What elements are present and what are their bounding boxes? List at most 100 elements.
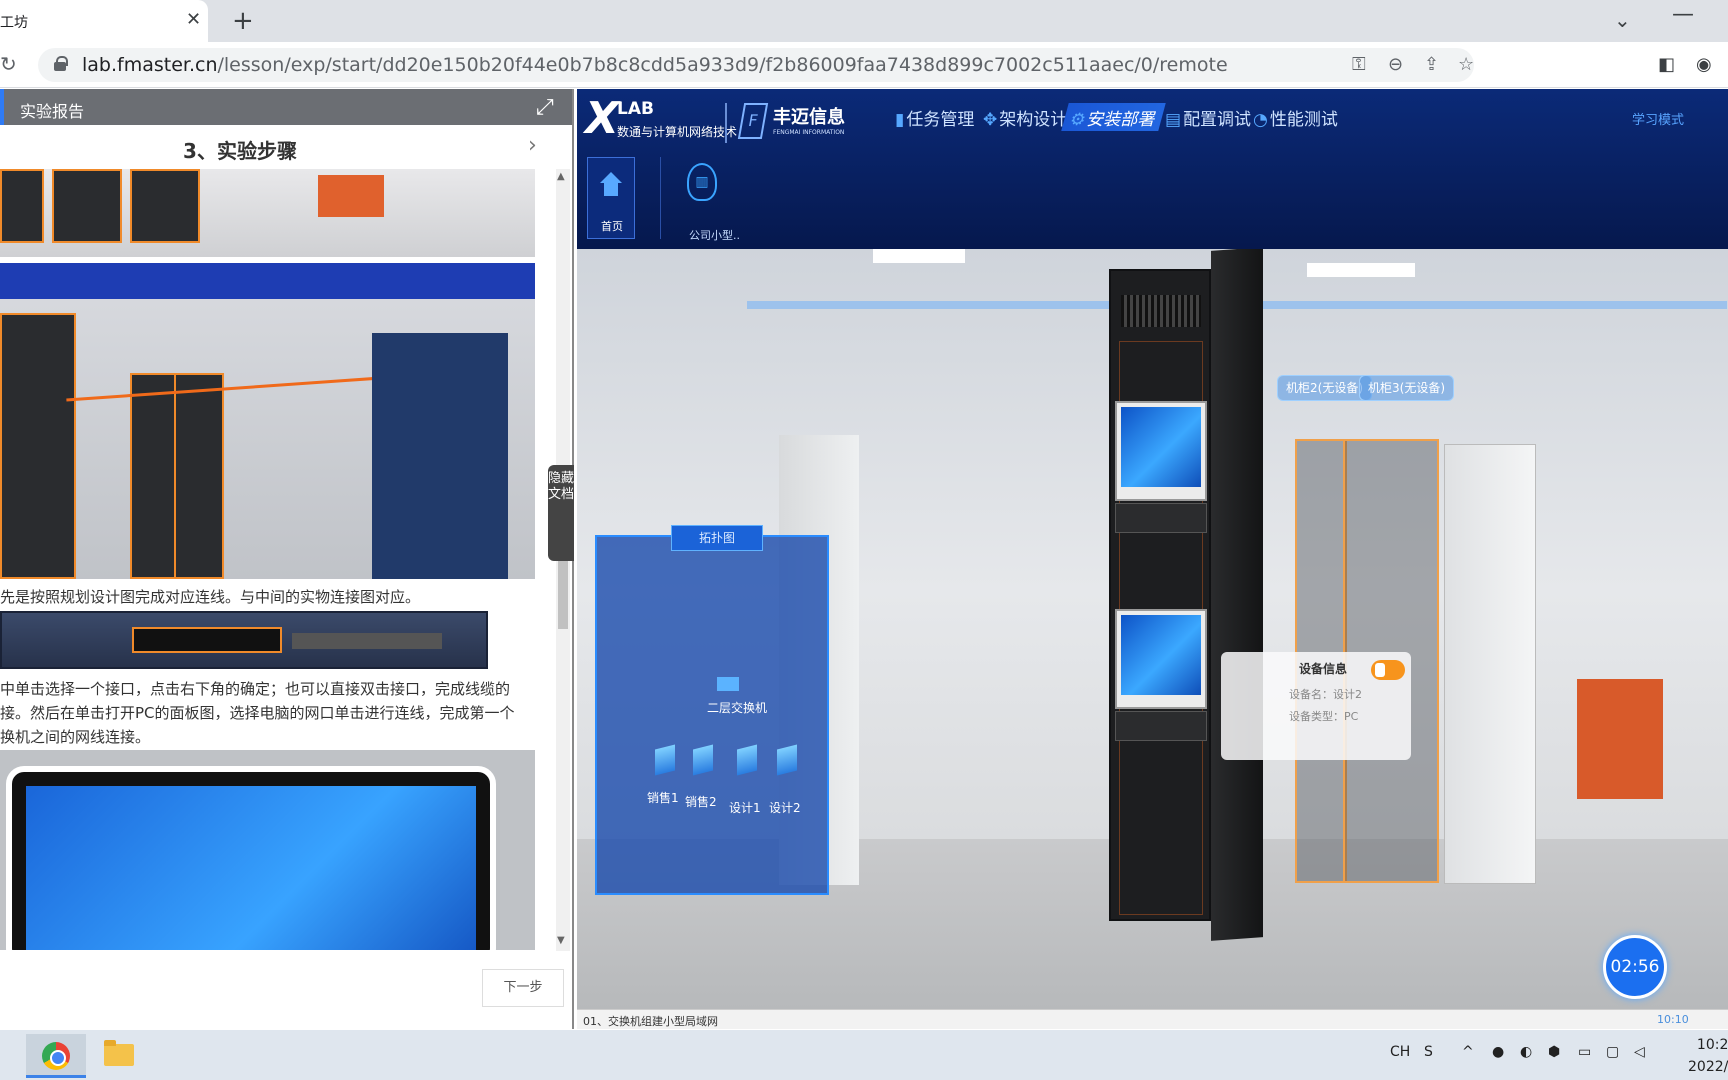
scroll-up-icon[interactable]: ▲ (557, 171, 565, 182)
architecture-icon: ✥ (983, 110, 998, 130)
task-icon: ▮ (895, 110, 905, 130)
topology-pc-node[interactable] (693, 744, 713, 776)
bookmark-star-icon[interactable]: ☆ (1458, 54, 1474, 75)
cabinet-2-tag[interactable]: 机柜2(无设备) (1277, 375, 1372, 401)
doc-rack (0, 169, 44, 243)
file-explorer-icon[interactable] (104, 1040, 134, 1066)
new-tab-button[interactable]: + (232, 6, 254, 36)
zoom-out-icon[interactable]: ⊖ (1388, 54, 1403, 75)
reload-icon[interactable]: ↻ (0, 52, 17, 76)
battery-icon[interactable]: ▭ (1578, 1044, 1591, 1060)
pc-label: 设计1 (729, 801, 761, 815)
nav-architecture[interactable]: ✥ 架构设计 (977, 103, 1073, 131)
tray-expand-icon[interactable]: ^ (1462, 1044, 1474, 1060)
side-panel-icon[interactable]: ◧ (1658, 54, 1675, 75)
device-info-title: 设备信息 (1299, 662, 1348, 676)
performance-icon: ◔ (1253, 110, 1268, 130)
doc-rack (130, 169, 200, 243)
chevron-right-icon[interactable]: › (528, 133, 537, 158)
cabinet-3-tag[interactable]: 机柜3(无设备) (1359, 375, 1454, 401)
elapsed-time: 10:10 (1657, 1013, 1689, 1026)
pc-label: 销售1 (647, 791, 679, 805)
hide-doc-button[interactable]: 隐藏文档 (548, 465, 574, 561)
doc-image-wiring (0, 263, 535, 579)
scroll-thumb[interactable] (558, 549, 568, 629)
sougou-icon[interactable]: S (1424, 1044, 1433, 1060)
nav-label: 架构设计 (999, 110, 1068, 130)
fire-box (1577, 679, 1663, 799)
switch-port-group (132, 627, 282, 653)
topology-pc-node[interactable] (737, 744, 757, 776)
device-name: 设备名：设计2 (1289, 688, 1362, 701)
mode-label[interactable]: 学习模式 (1632, 109, 1684, 128)
lab-simulation: X LAB 数通与计算机网络技术 F 丰迈信息 FENGMAI INFORMAT… (577, 89, 1728, 1029)
brand-lab: LAB (617, 99, 654, 119)
close-icon[interactable]: ✕ (186, 9, 201, 30)
nav-installation[interactable]: ⚙安装部署 (1061, 103, 1167, 131)
wechat-icon[interactable]: ● (1492, 1044, 1504, 1060)
building-icon[interactable]: ▥ (687, 163, 717, 201)
taskbar-chrome[interactable] (26, 1034, 86, 1078)
rack-1[interactable] (1109, 269, 1211, 921)
doc-orange-box (318, 175, 384, 217)
topology-pc-node[interactable] (655, 744, 675, 776)
pc-design2-box[interactable] (1115, 711, 1207, 741)
doc-line-1: 先是按照规划设计图完成对应连线。与中间的实物连接图对应。 (0, 588, 421, 606)
windows-taskbar: CH S ^ ● ◐ ⬢ ▭ ▢ ◁ 10:29 2022/7 (0, 1030, 1728, 1080)
pc-design1[interactable] (1115, 401, 1207, 501)
ime-indicator[interactable]: CH (1390, 1044, 1410, 1060)
report-title: 实验报告 (20, 102, 85, 121)
share-icon[interactable]: ⇪ (1424, 54, 1439, 75)
tab-search-chevron-icon[interactable]: ⌄ (1614, 8, 1631, 32)
home-button[interactable]: 首页 (587, 157, 635, 239)
device-type: 设备类型：PC (1289, 710, 1359, 723)
report-header: 实验报告 ⤢ (0, 89, 572, 125)
ceiling-light (1307, 263, 1415, 277)
device-power-toggle[interactable] (1371, 660, 1405, 680)
address-toolbar: ↻ lab.fmaster.cn/lesson/exp/start/dd20e1… (0, 42, 1728, 88)
company-breadcrumb[interactable]: 公司小型.. (689, 227, 740, 243)
doc-wire-line (66, 375, 396, 402)
doc-line-4: 换机之间的网线连接。 (0, 728, 151, 746)
qq-icon[interactable]: ◐ (1520, 1044, 1532, 1060)
brand-subtitle: 数通与计算机网络技术 (617, 125, 738, 139)
doc-rack (0, 313, 76, 579)
switch-node[interactable] (717, 677, 739, 691)
topology-pc-node[interactable] (777, 744, 797, 776)
doc-line-2: 中单击选择一个接口，点击右下角的确定；也可以直接双击接口，完成线缆的 (0, 680, 511, 698)
volume-icon[interactable]: ◁ (1634, 1044, 1645, 1060)
scroll-down-icon[interactable]: ▼ (557, 935, 565, 946)
network-icon[interactable]: ▢ (1606, 1044, 1619, 1060)
pc-design1-box[interactable] (1115, 503, 1207, 533)
rack-door[interactable] (1211, 249, 1263, 941)
url-text[interactable]: lab.fmaster.cn/lesson/exp/start/dd20e150… (82, 54, 1228, 76)
pc-screen (1121, 407, 1201, 487)
brand-company: 丰迈信息 (773, 107, 845, 128)
next-step-button[interactable]: 下一步 (482, 969, 564, 1007)
nav-label: 配置调试 (1183, 110, 1252, 130)
topology-tab[interactable]: 拓扑图 (671, 525, 763, 551)
lock-icon[interactable] (54, 56, 68, 71)
url-path: /lesson/exp/start/dd20e150b20f44e0b7b8c8… (217, 54, 1228, 76)
config-icon: ▤ (1165, 110, 1182, 130)
home-icon (600, 172, 622, 196)
nav-performance[interactable]: ◔ 性能测试 (1247, 103, 1344, 131)
switch-label: 二层交换机 (707, 701, 768, 715)
sim-header: X LAB 数通与计算机网络技术 F 丰迈信息 FENGMAI INFORMAT… (577, 89, 1728, 249)
doc-switch-image (0, 611, 488, 669)
fengmai-logo-icon: F (737, 103, 769, 139)
profile-icon[interactable]: ◉ (1696, 54, 1712, 75)
minimize-icon[interactable]: — (1672, 2, 1694, 27)
step-title: 3、实验步骤 (183, 139, 297, 163)
omnibox[interactable]: lab.fmaster.cn/lesson/exp/start/dd20e150… (38, 48, 1474, 82)
shield-icon[interactable]: ⬢ (1548, 1044, 1560, 1060)
doc-image-racks (0, 169, 535, 257)
pc-design2[interactable] (1115, 609, 1207, 709)
doc-rack (174, 373, 224, 579)
system-clock[interactable]: 10:29 2022/7 (1688, 1034, 1728, 1078)
fullscreen-icon[interactable]: ⤢ (536, 95, 554, 120)
browser-tab[interactable]: 工坊 ✕ (0, 0, 208, 42)
nav-task-management[interactable]: ▮ 任务管理 (889, 103, 980, 131)
key-icon[interactable]: ⚿ (1352, 54, 1366, 75)
nav-configuration[interactable]: ▤ 配置调试 (1159, 103, 1257, 131)
